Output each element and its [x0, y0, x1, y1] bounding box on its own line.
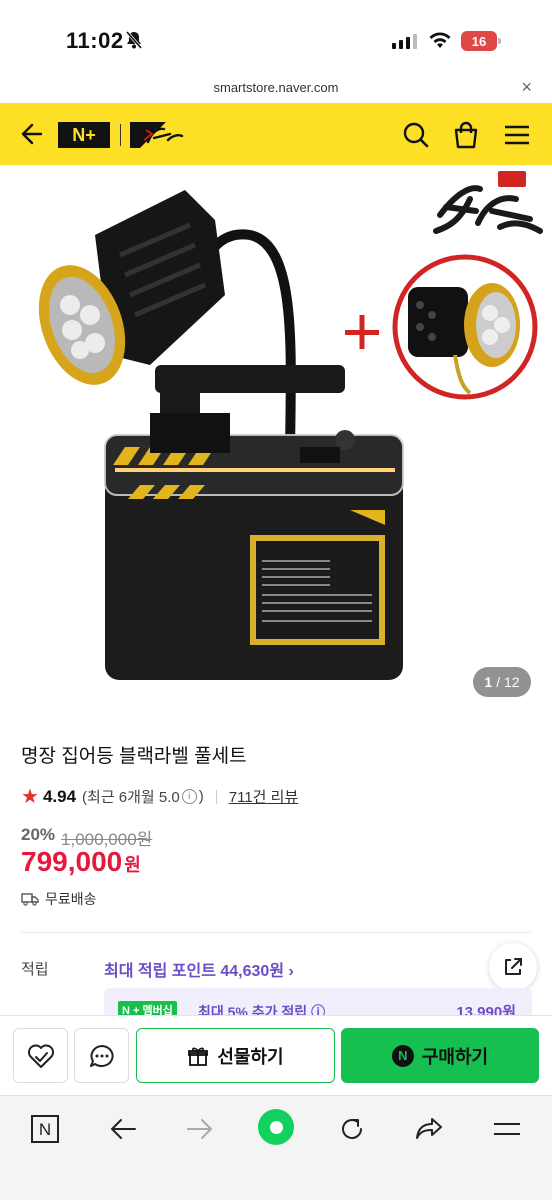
- purchase-bar: 선물하기 N 구매하기: [0, 1015, 552, 1095]
- points-link[interactable]: 최대 적립 포인트 44,630원 ›: [104, 957, 294, 981]
- product-image: [38, 171, 543, 680]
- status-bar: 11:02 16: [0, 0, 552, 76]
- rating-score: 4.94: [42, 786, 77, 806]
- battery-tip: [498, 38, 501, 44]
- arrow-right-icon: [187, 1119, 212, 1139]
- info-icon[interactable]: i: [181, 789, 197, 804]
- wishlist-button[interactable]: [13, 1028, 68, 1083]
- shipping-info: 무료배송: [21, 889, 97, 909]
- gift-icon: [188, 1046, 209, 1066]
- rating-close: ): [198, 788, 204, 805]
- url-text[interactable]: smartstore.naver.com: [0, 80, 552, 95]
- review-count-link[interactable]: 711건 리뷰: [229, 786, 298, 807]
- truck-icon: [21, 893, 39, 906]
- points-label: 적립: [21, 961, 49, 978]
- plus-sign: [345, 315, 379, 349]
- home-button[interactable]: [258, 1109, 294, 1145]
- battery-indicator: 16: [461, 31, 497, 51]
- tabs-n-label: N: [39, 1120, 51, 1139]
- membership-banner[interactable]: N + 멤버십 최대 5% 추가 적립 ⓘ 13,990원: [104, 988, 532, 1018]
- bell-muted-icon: [125, 31, 143, 49]
- gift-label: 선물하기: [217, 1046, 284, 1067]
- search-icon[interactable]: [402, 121, 430, 149]
- arrow-left-icon: [111, 1119, 136, 1139]
- hamburger-menu-icon[interactable]: [503, 124, 531, 146]
- product-title: 명장 집어등 블랙라벨 풀세트: [21, 746, 247, 767]
- image-counter-current: 1: [484, 674, 493, 690]
- battery-case: [104, 413, 404, 680]
- rating-row: ★ 4.94 (최근 6개월 5.0 i ) 711건 리뷰: [21, 784, 298, 809]
- brand-watermark: [433, 171, 543, 234]
- tabs-button[interactable]: N: [29, 1113, 61, 1145]
- store-header: N+: [0, 103, 552, 165]
- accessory-inset: [392, 254, 538, 400]
- forward-button[interactable]: [184, 1113, 216, 1145]
- naver-n-icon: N: [391, 1044, 414, 1067]
- sale-price-unit: 원: [124, 855, 141, 875]
- chat-bubble-icon: [89, 1044, 114, 1067]
- buy-button[interactable]: N 구매하기: [341, 1028, 539, 1083]
- browser-menu-button[interactable]: [491, 1113, 523, 1145]
- header-divider: [120, 124, 121, 146]
- share-page-button[interactable]: [413, 1113, 445, 1145]
- nplus-logo[interactable]: N+: [58, 122, 110, 148]
- cellular-signal-icon: [392, 34, 417, 49]
- brand-logo[interactable]: [130, 122, 192, 148]
- image-counter: 1 / 12: [473, 667, 531, 697]
- product-image-gallery[interactable]: 1 / 12: [0, 165, 552, 721]
- share-arrow-icon: [416, 1118, 442, 1139]
- heart-check-icon: [27, 1044, 54, 1068]
- share-button[interactable]: [489, 943, 537, 991]
- sale-price: 799,000 원: [21, 846, 141, 878]
- close-icon[interactable]: ×: [521, 77, 532, 98]
- talk-button[interactable]: [74, 1028, 129, 1083]
- shopping-bag-icon[interactable]: [452, 120, 480, 150]
- refresh-button[interactable]: [336, 1113, 368, 1145]
- menu-lines-icon: [494, 1123, 520, 1135]
- brand-logo-mark: [130, 122, 192, 148]
- buy-label: 구매하기: [421, 1046, 489, 1067]
- wifi-icon: [429, 32, 451, 48]
- clock: 11:02: [66, 28, 124, 53]
- back-arrow-icon[interactable]: [18, 121, 44, 147]
- back-button[interactable]: [107, 1113, 139, 1145]
- gift-button[interactable]: 선물하기: [136, 1028, 335, 1083]
- tabs-n-icon: N: [31, 1115, 59, 1143]
- star-icon: ★: [21, 786, 39, 808]
- sale-price-value: 799,000: [21, 846, 123, 877]
- refresh-icon: [342, 1119, 362, 1139]
- rating-divider: [215, 789, 217, 804]
- shipping-text: 무료배송: [45, 891, 97, 907]
- home-dot-icon: [269, 1120, 283, 1134]
- url-bar[interactable]: smartstore.naver.com ×: [0, 76, 552, 102]
- browser-toolbar: N: [0, 1095, 552, 1200]
- nplus-text: N+: [72, 124, 96, 145]
- image-counter-total: / 12: [496, 674, 520, 690]
- rating-detail: (최근 6개월 5.0: [82, 789, 180, 806]
- section-divider: [21, 932, 531, 933]
- share-icon: [505, 958, 522, 975]
